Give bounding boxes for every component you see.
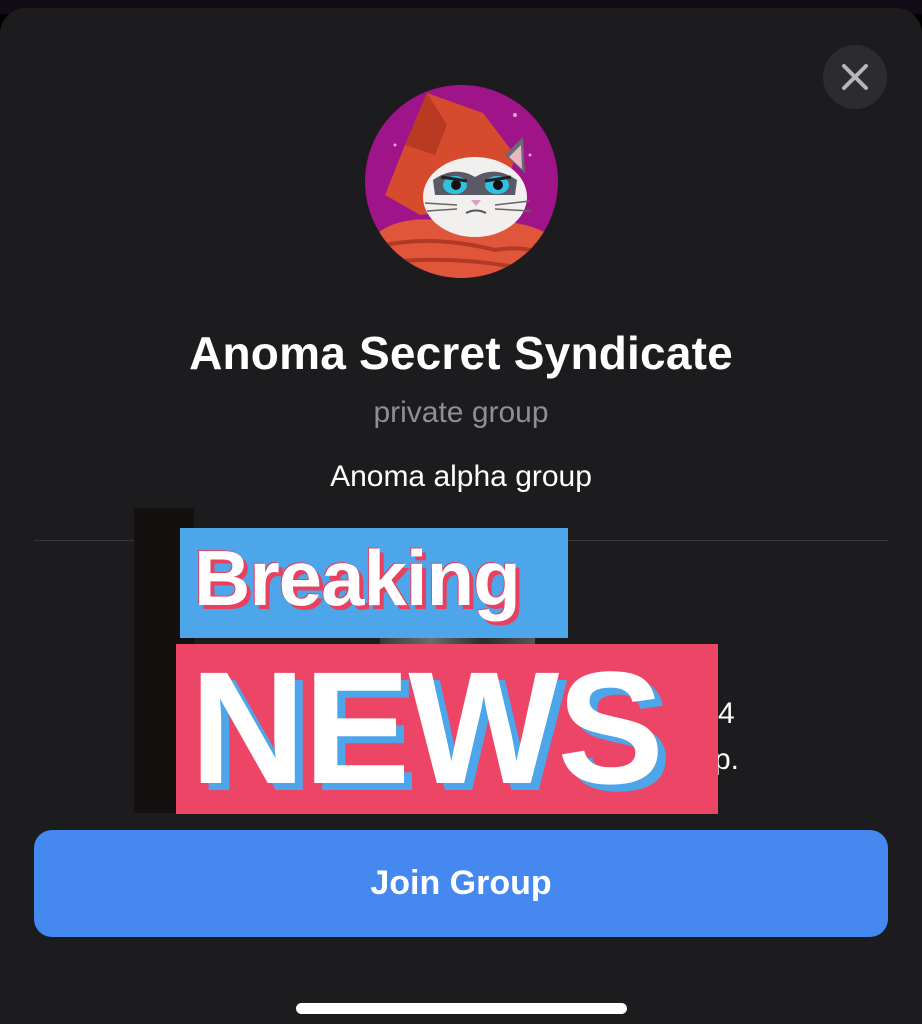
cat-wizard-avatar-image bbox=[365, 85, 558, 278]
breaking-word: Breaking bbox=[194, 534, 521, 622]
close-button[interactable] bbox=[823, 45, 887, 109]
home-indicator[interactable] bbox=[296, 1003, 627, 1014]
join-group-sheet: Anoma Secret Syndicate private group Ano… bbox=[0, 8, 922, 1024]
obscured-text-fragment: 4 bbox=[718, 697, 735, 730]
close-icon bbox=[842, 64, 868, 90]
screen: Anoma Secret Syndicate private group Ano… bbox=[0, 0, 922, 1024]
group-avatar bbox=[365, 85, 558, 278]
group-name: Anoma Secret Syndicate bbox=[189, 327, 733, 379]
group-type: private group bbox=[373, 396, 549, 429]
join-group-button[interactable]: Join Group bbox=[34, 830, 888, 937]
news-word: NEWS bbox=[190, 638, 664, 817]
group-description: Anoma alpha group bbox=[330, 460, 592, 493]
